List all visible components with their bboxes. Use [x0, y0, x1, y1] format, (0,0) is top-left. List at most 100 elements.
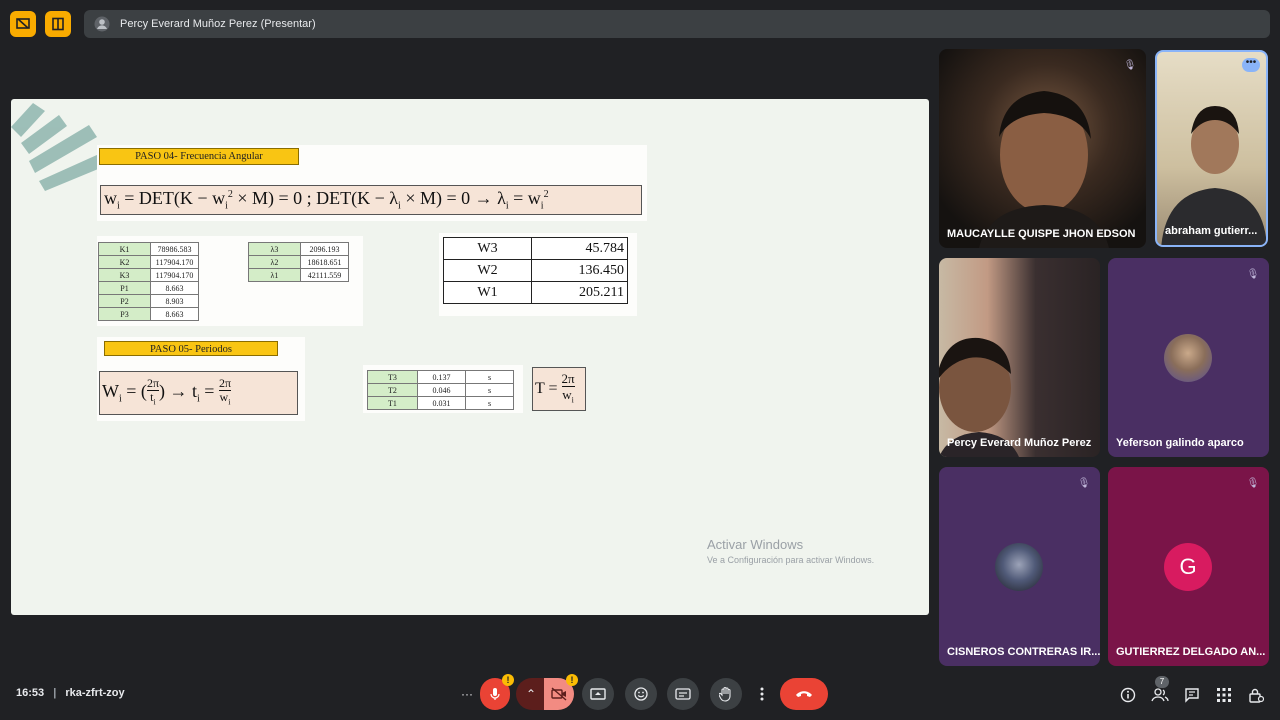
t-table: T3 0.137 s T2 0.046 s T1 0.031 s [367, 370, 514, 410]
participant-tile[interactable]: G 🎙 GUTIERREZ DELGADO AN... [1108, 467, 1269, 666]
table-row: λ1 42111.559 [248, 268, 349, 282]
mic-toggle-button[interactable]: ! [480, 674, 514, 710]
table-row: T3 0.137 s [367, 370, 514, 384]
cell-label: P2 [98, 294, 151, 308]
t-formula-text: T = 2π wi [535, 370, 575, 405]
hand-icon [719, 686, 731, 702]
more-options-button[interactable] [749, 678, 775, 710]
top-bar: Percy Everard Muñoz Perez (Presentar) [0, 0, 1280, 48]
cell-label: λ2 [248, 255, 301, 269]
presenter-label: Percy Everard Muñoz Perez (Presentar) [120, 18, 316, 30]
cell-value: 45.784 [531, 237, 628, 260]
table-row: P1 8.663 [98, 281, 199, 295]
step5-title: PASO 05- Periodos [104, 341, 278, 356]
participant-avatar-initial: G [1164, 543, 1212, 591]
cell-value: 0.031 [417, 396, 466, 410]
cell-label: T2 [367, 383, 418, 397]
table-row: W3 45.784 [443, 237, 628, 260]
emoji-icon [634, 687, 648, 701]
cell-label: T3 [367, 370, 418, 384]
present-screen-icon [590, 688, 606, 700]
cell-value: 205.211 [531, 281, 628, 304]
cell-label: λ1 [248, 268, 301, 282]
table-row: λ2 18618.651 [248, 255, 349, 269]
watermark-subtitle: Ve a Configuración para activar Windows. [707, 555, 875, 565]
equation-text: wi = DET(K − wi2 × M) = 0 ; DET(K − λi ×… [104, 188, 549, 212]
camera-off-icon [551, 687, 567, 701]
more-mic-options-icon[interactable]: ··· [452, 678, 482, 710]
period-equation: Wi = (2π ti) → ti = 2π wi [99, 371, 298, 415]
camera-options-button[interactable]: ⌃ [516, 678, 546, 710]
meeting-info: 16:53 | rka-zfrt-zoy [16, 687, 125, 699]
presenter-avatar-icon [94, 16, 110, 32]
w-table: W3 45.784 W2 136.450 W1 205.211 [443, 237, 628, 304]
period-equation-text: Wi = (2π ti) → ti = 2π wi [102, 376, 231, 407]
cell-value: 78986.583 [150, 242, 199, 256]
shared-screen-slide: PASO 04- Frecuencia Angular wi = DET(K −… [11, 99, 929, 615]
reactions-button[interactable] [625, 678, 657, 710]
meeting-code: rka-zfrt-zoy [65, 687, 125, 699]
cell-value: 0.137 [417, 370, 466, 384]
more-vert-icon [760, 687, 764, 701]
captions-icon [675, 688, 691, 700]
activities-icon[interactable] [1214, 685, 1234, 705]
camera-toggle-button[interactable]: ! [544, 674, 578, 710]
cell-label: W3 [443, 237, 532, 260]
mic-off-icon: 🎙 [1246, 477, 1260, 489]
meeting-details-icon[interactable] [1118, 685, 1138, 705]
layout-icon[interactable] [45, 11, 71, 37]
cell-value: 42111.559 [300, 268, 349, 282]
k-table: K1 78986.583 K2 117904.170 K3 117904.170 P1 8.6… [98, 242, 199, 321]
cell-label: W1 [443, 281, 532, 304]
host-controls-icon[interactable] [1246, 685, 1266, 705]
table-row: λ3 2096.193 [248, 242, 349, 256]
mic-off-icon: 🎙 [1246, 268, 1260, 280]
table-row: K1 78986.583 [98, 242, 199, 256]
cell-label: λ3 [248, 242, 301, 256]
participant-tile[interactable]: 🎙 MAUCAYLLE QUISPE JHON EDSON [939, 49, 1146, 248]
captions-button[interactable] [667, 678, 699, 710]
bottom-control-bar: 16:53 | rka-zfrt-zoy ··· ! ⌃ ! 7 [0, 672, 1280, 720]
participant-tile[interactable]: 🎙 Yeferson galindo aparco [1108, 258, 1269, 457]
leave-call-button[interactable] [780, 678, 828, 710]
cell-label: P3 [98, 307, 151, 321]
mic-off-icon: 🎙 [1077, 477, 1091, 489]
table-row: K3 117904.170 [98, 268, 199, 282]
participant-count-badge: 7 [1155, 676, 1169, 688]
angular-frequency-equation: wi = DET(K − wi2 × M) = 0 ; DET(K − λi ×… [100, 185, 642, 215]
participant-video [979, 91, 1109, 248]
more-options-icon[interactable]: ••• [1242, 58, 1260, 72]
participant-name: abraham gutierr... [1165, 225, 1258, 237]
participant-tile[interactable]: Percy Everard Muñoz Perez [939, 258, 1100, 457]
participant-name: CISNEROS CONTRERAS IR... [947, 646, 1100, 658]
chat-icon[interactable] [1182, 685, 1202, 705]
raise-hand-button[interactable] [710, 678, 742, 710]
participant-avatar [1164, 334, 1212, 382]
cell-value: 0.046 [417, 383, 466, 397]
cell-label: T1 [367, 396, 418, 410]
participant-name: Yeferson galindo aparco [1116, 437, 1244, 449]
cell-value: 136.450 [531, 259, 628, 282]
cell-value: 18618.651 [300, 255, 349, 269]
cell-value: 8.903 [150, 294, 199, 308]
participant-avatar [995, 543, 1043, 591]
participant-name: Percy Everard Muñoz Perez [947, 437, 1092, 449]
cell-unit: s [465, 370, 514, 384]
participant-tile[interactable]: ••• abraham gutierr... [1155, 50, 1268, 247]
table-row: W1 205.211 [443, 281, 628, 304]
step4-title: PASO 04- Frecuencia Angular [99, 148, 299, 165]
people-icon[interactable]: 7 [1150, 676, 1170, 705]
info-separator: | [53, 687, 57, 699]
participant-tile[interactable]: 🎙 CISNEROS CONTRERAS IR... [939, 467, 1100, 666]
cell-value: 117904.170 [150, 255, 199, 269]
warning-icon: ! [502, 674, 514, 686]
table-row: T2 0.046 s [367, 383, 514, 397]
participant-name: GUTIERREZ DELGADO AN... [1116, 646, 1266, 658]
participant-name: MAUCAYLLE QUISPE JHON EDSON [947, 228, 1136, 240]
mic-off-icon [490, 688, 500, 700]
stop-presenting-icon[interactable] [10, 11, 36, 37]
cell-label: K3 [98, 268, 151, 282]
cell-label: P1 [98, 281, 151, 295]
participant-video [1161, 106, 1266, 245]
present-button[interactable] [582, 678, 614, 710]
